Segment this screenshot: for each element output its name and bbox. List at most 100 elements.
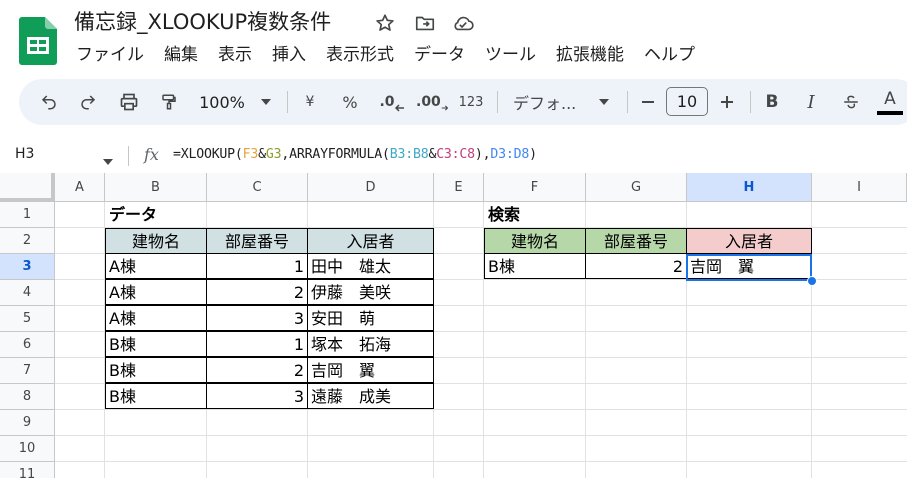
menu-view[interactable]: 表示	[208, 40, 262, 70]
select-all-corner[interactable]	[0, 173, 55, 202]
row-header-7[interactable]: 7	[0, 358, 55, 384]
cloud-saved-icon[interactable]	[450, 10, 476, 36]
row-header-3[interactable]: 3	[0, 254, 55, 280]
row-header-1[interactable]: 1	[0, 202, 55, 228]
menu-data[interactable]: データ	[404, 40, 475, 70]
formula-bar-divider	[128, 146, 129, 166]
cell-d8[interactable]: 遠藤 成美	[307, 383, 434, 409]
percent-format-button[interactable]: %	[337, 79, 363, 125]
zoom-dropdown-icon[interactable]	[257, 79, 275, 125]
cell-f3[interactable]: B棟	[484, 253, 586, 279]
cell-d6[interactable]: 塚本 拓海	[307, 331, 434, 357]
cell-c8[interactable]: 3	[206, 383, 308, 409]
decrease-decimal-button[interactable]: .0	[377, 79, 407, 125]
gridline	[55, 435, 907, 436]
row-header-2[interactable]: 2	[0, 228, 55, 254]
column-header-b[interactable]: B	[105, 173, 207, 202]
cell-d2[interactable]: 入居者	[307, 228, 434, 254]
formula-token: =XLOOKUP(	[173, 147, 243, 162]
decrease-font-size-icon[interactable]	[637, 79, 659, 125]
row-header-8[interactable]: 8	[0, 384, 55, 410]
toolbar-divider	[750, 91, 751, 113]
cell-c6[interactable]: 1	[206, 331, 308, 357]
move-folder-icon[interactable]	[412, 10, 438, 36]
column-header-d[interactable]: D	[308, 173, 434, 202]
cell-b8[interactable]: B棟	[105, 383, 207, 409]
currency-format-button[interactable]: ¥	[299, 79, 321, 125]
cell-d7[interactable]: 吉岡 翼	[307, 357, 434, 383]
column-header-e[interactable]: E	[434, 173, 484, 202]
column-header-i[interactable]: I	[812, 173, 907, 202]
menu-extensions[interactable]: 拡張機能	[546, 40, 634, 70]
row-header-5[interactable]: 5	[0, 306, 55, 332]
row-header-10[interactable]: 10	[0, 436, 55, 462]
formula-token: ),	[474, 147, 491, 162]
fill-handle[interactable]	[807, 276, 817, 286]
undo-icon[interactable]	[35, 79, 63, 125]
cell-h2[interactable]: 入居者	[686, 228, 812, 254]
name-box[interactable]: H3	[15, 146, 34, 162]
print-icon[interactable]	[114, 79, 144, 125]
row-header-11[interactable]: 11	[0, 462, 55, 478]
font-family-dropdown-icon[interactable]	[595, 79, 613, 125]
sheets-logo-icon[interactable]	[19, 17, 57, 65]
menu-format[interactable]: 表示形式	[316, 40, 404, 70]
toolbar: 100% ¥ % .0 .00 123 デフォ... 10 B I A	[19, 79, 907, 125]
cell-c4[interactable]: 2	[206, 279, 308, 305]
cell-b4[interactable]: A棟	[105, 279, 207, 305]
zoom-select[interactable]: 100%	[196, 79, 248, 125]
strikethrough-icon[interactable]	[839, 79, 863, 125]
menu-file[interactable]: ファイル	[66, 40, 154, 70]
bold-button[interactable]: B	[760, 79, 784, 125]
column-header-f[interactable]: F	[484, 173, 586, 202]
row-header-9[interactable]: 9	[0, 410, 55, 436]
font-size-input[interactable]: 10	[666, 87, 708, 116]
cell-d4[interactable]: 伊藤 美咲	[307, 279, 434, 305]
column-header-c[interactable]: C	[207, 173, 308, 202]
redo-icon[interactable]	[74, 79, 102, 125]
paint-format-icon[interactable]	[154, 79, 184, 125]
font-family-select[interactable]: デフォ...	[513, 79, 587, 125]
cell-b7[interactable]: B棟	[105, 357, 207, 383]
cell-d5[interactable]: 安田 萌	[307, 305, 434, 331]
cell-c2[interactable]: 部屋番号	[206, 228, 308, 254]
cell-b3[interactable]: A棟	[105, 253, 207, 279]
name-box-dropdown-icon[interactable]	[103, 150, 113, 169]
cell-f1[interactable]: 検索	[485, 202, 585, 228]
cell-b1[interactable]: データ	[106, 202, 206, 228]
menu-tools[interactable]: ツール	[475, 40, 546, 70]
formula-token: F3	[242, 147, 259, 162]
cell-f2[interactable]: 建物名	[484, 228, 586, 254]
number-format-button[interactable]: 123	[457, 79, 485, 125]
increase-decimal-button[interactable]: .00	[416, 79, 448, 125]
toolbar-divider	[627, 91, 628, 113]
column-header-h[interactable]: H	[687, 173, 812, 202]
column-header-g[interactable]: G	[586, 173, 687, 202]
arrow-right-icon	[441, 105, 448, 111]
cell-g2[interactable]: 部屋番号	[585, 228, 687, 254]
menu-insert[interactable]: 挿入	[262, 40, 316, 70]
italic-button[interactable]: I	[799, 79, 823, 125]
increase-font-size-icon[interactable]	[716, 79, 738, 125]
text-color-button[interactable]: A	[877, 79, 903, 125]
cell-c7[interactable]: 2	[206, 357, 308, 383]
cell-b2[interactable]: 建物名	[105, 228, 207, 254]
cell-c5[interactable]: 3	[206, 305, 308, 331]
row-header-4[interactable]: 4	[0, 280, 55, 306]
column-header-a[interactable]: A	[55, 173, 105, 202]
cell-d3[interactable]: 田中 雄太	[307, 253, 434, 279]
star-icon[interactable]	[372, 10, 398, 36]
gridline	[55, 461, 907, 462]
cell-g3[interactable]: 2	[585, 253, 687, 279]
cell-h3[interactable]: 吉岡 翼	[686, 253, 812, 279]
formula-input[interactable]: =XLOOKUP(F3&G3,ARRAYFORMULA(B3:B8&C3:C8)…	[173, 147, 537, 162]
cell-b6[interactable]: B棟	[105, 331, 207, 357]
cell-b5[interactable]: A棟	[105, 305, 207, 331]
cell-c3[interactable]: 1	[206, 253, 308, 279]
decrease-decimal-label: .0	[379, 94, 395, 110]
menu-edit[interactable]: 編集	[154, 40, 208, 70]
document-title[interactable]: 備忘録_XLOOKUP複数条件	[74, 8, 331, 36]
menu-help[interactable]: ヘルプ	[634, 40, 705, 70]
formula-token: G3	[265, 147, 282, 162]
row-header-6[interactable]: 6	[0, 332, 55, 358]
